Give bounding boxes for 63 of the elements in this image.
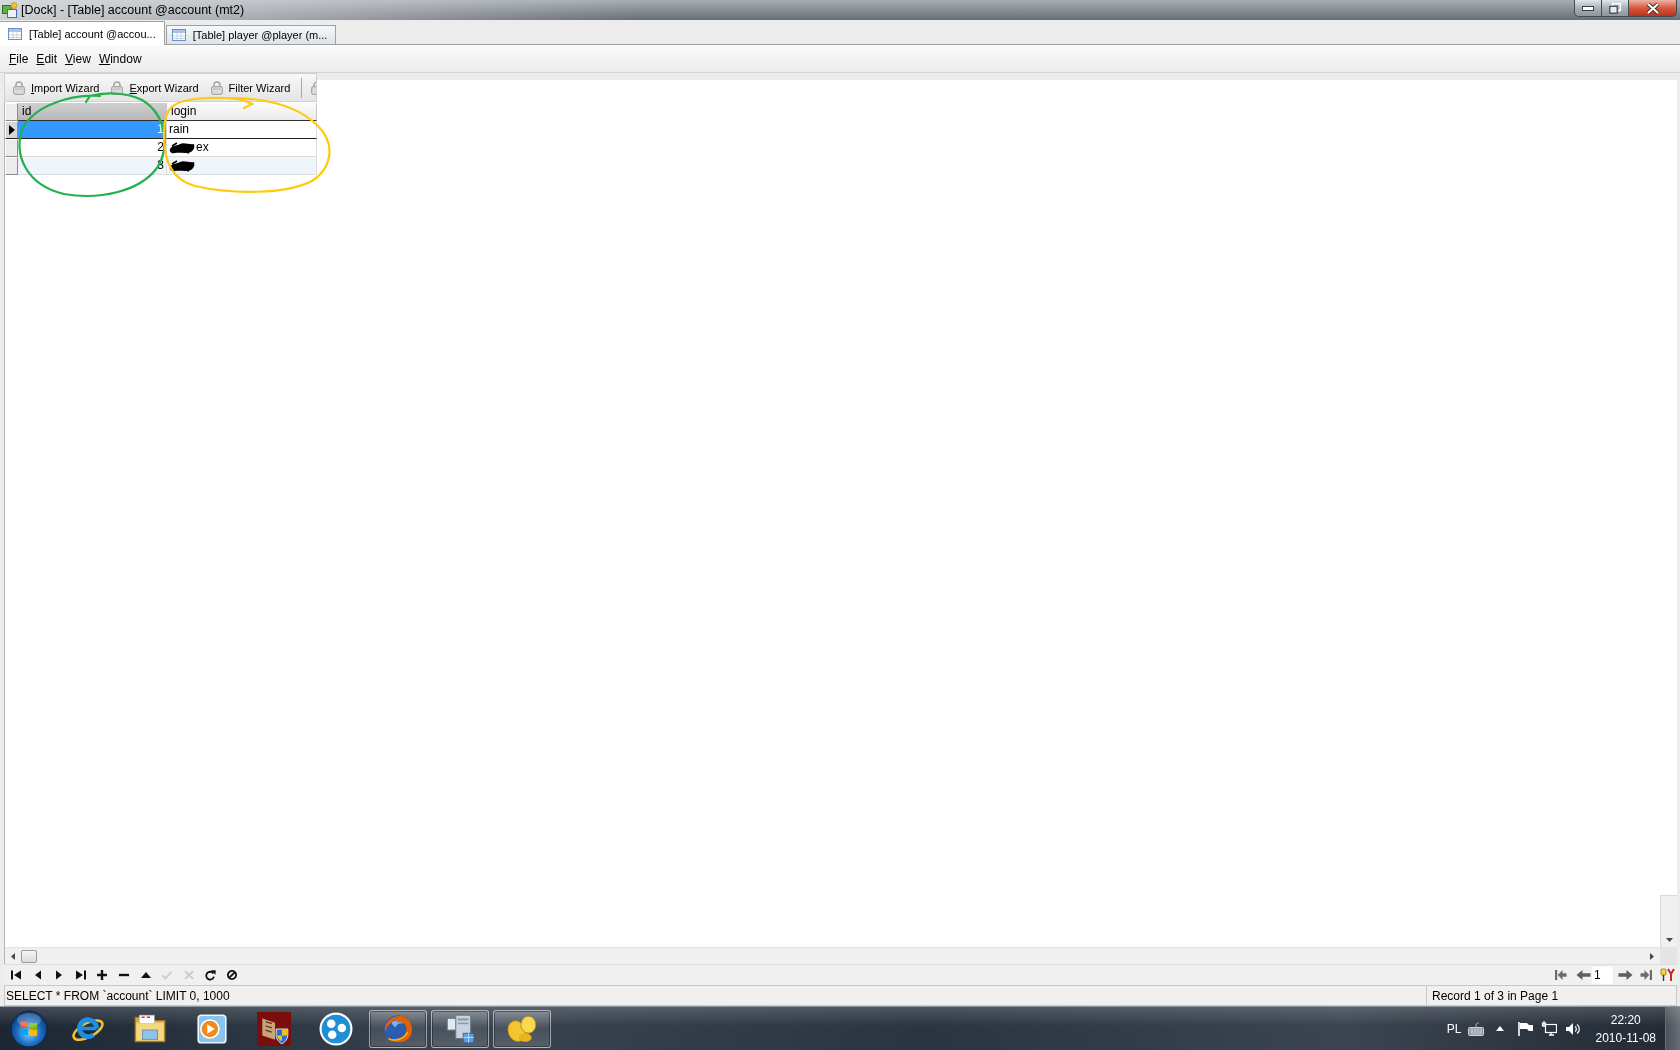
arrow-right-icon[interactable] [1618,969,1634,981]
padlock-icon [13,80,25,95]
clock-date[interactable]: 2010-11-08 [1595,1028,1656,1047]
minimize-icon [1582,5,1594,11]
padlock-icon [111,80,124,95]
horizontal-scrollbar[interactable] [5,947,1660,964]
speaker-icon[interactable] [1564,1021,1581,1036]
taskbar-button[interactable] [369,1009,427,1048]
column-header[interactable]: login [167,103,317,121]
column-header[interactable]: id [18,103,167,121]
taskbar-button[interactable] [493,1009,551,1048]
status-text: SELECT * FROM `account` LIMIT 0, 1000 [5,988,230,1003]
refresh-icon[interactable] [204,969,217,981]
close-icon [1645,2,1660,14]
toolbar-button[interactable]: Filter Wizard [206,78,295,97]
clock-time[interactable]: 22:20 [1610,1010,1641,1029]
triangle-right-icon[interactable] [1650,952,1654,960]
toolbar-button[interactable]: Export Wizard [107,78,203,97]
keyboard-icon[interactable] [1467,1021,1484,1036]
triangle-down-icon[interactable] [1665,938,1673,942]
restore-button[interactable] [1602,0,1629,17]
document-tab[interactable]: [Table] account @accou... [0,21,165,45]
menu-item[interactable]: File [5,49,33,68]
menu-item[interactable]: Window [94,49,146,68]
menu-item[interactable]: View [61,49,95,68]
table-icon [8,27,22,40]
row-pointer-icon [8,125,15,135]
menu-item[interactable]: Edit [32,49,62,68]
caret-up-icon[interactable] [1495,1026,1504,1031]
document-tab[interactable]: [Table] player @player (m... [165,25,337,44]
toolbar-button[interactable]: Import Wizard [9,78,104,97]
page-field[interactable]: 1 [1592,966,1613,984]
bar-arrow-left-icon[interactable] [1554,969,1567,981]
language-indicator[interactable]: PL [1446,1021,1462,1036]
flag-icon[interactable] [1517,1021,1533,1036]
record-counter: Record 1 of 3 in Page 1 [1432,988,1559,1003]
play-icon[interactable] [195,1011,229,1046]
scrollbar-thumb[interactable] [21,949,37,963]
minimize-button[interactable] [1574,0,1602,17]
arrow-left-icon[interactable] [1575,969,1591,981]
arrow-bar-right-icon[interactable] [1640,969,1653,981]
window-title: [Dock] - [Table] account @account (mt2) [21,3,245,17]
table-icon [171,29,186,41]
shield-icon[interactable] [257,1011,291,1046]
tools-icon[interactable] [1660,968,1675,982]
table-cell: rain [169,121,189,138]
row-header[interactable] [5,121,18,139]
vertical-scrollbar[interactable] [1660,895,1677,947]
stacked-squares-icon[interactable] [2,2,18,18]
triangle-left-icon[interactable] [11,952,15,960]
plus-icon[interactable] [96,969,109,981]
table-cell: 2 [18,139,167,157]
skip-start-icon[interactable] [10,969,22,981]
start-button[interactable] [9,1009,48,1048]
three-dots-icon[interactable] [319,1011,353,1046]
taskbar-button[interactable] [431,1009,489,1048]
network-icon[interactable] [1540,1021,1557,1036]
table-cell: 1 [18,121,167,139]
skip-end-icon[interactable] [74,969,87,981]
close-button[interactable] [1629,0,1677,17]
padlock-icon [210,80,223,95]
table-cell: ex [196,139,209,156]
restore-icon [1609,2,1621,14]
